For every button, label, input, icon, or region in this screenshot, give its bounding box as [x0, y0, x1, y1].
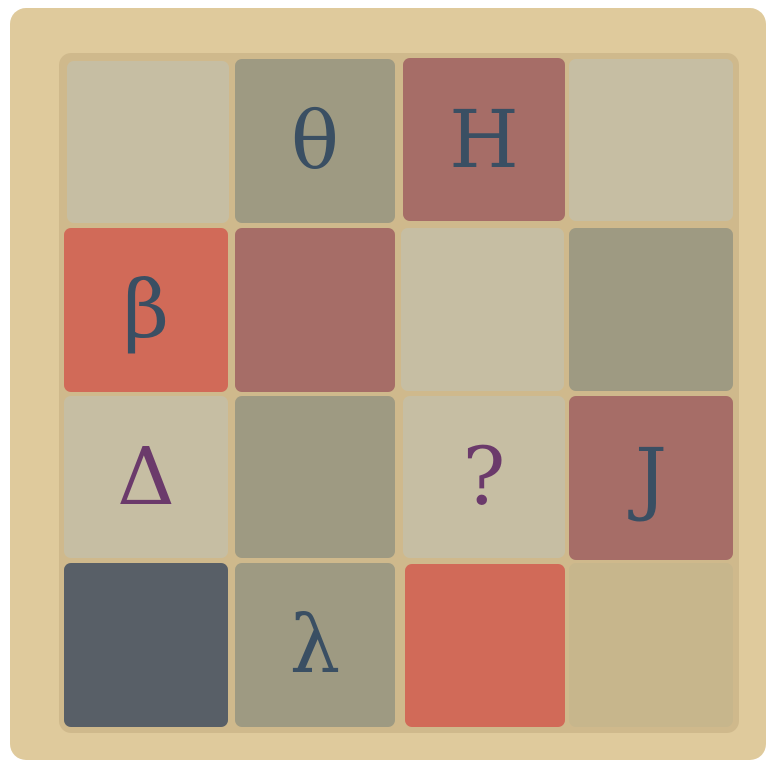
tile-symbol: β: [122, 263, 170, 356]
tile-symbol: Δ: [117, 430, 175, 523]
tile-r4-c3[interactable]: [405, 564, 565, 727]
tile-r3-c1[interactable]: Δ: [64, 396, 228, 558]
tile-r3-c2[interactable]: [235, 396, 395, 558]
tile-r2-c2[interactable]: [235, 228, 395, 392]
tile-r2-c4[interactable]: [569, 228, 733, 391]
tile-r1-c2[interactable]: θ: [235, 59, 395, 223]
tile-r1-c3[interactable]: H: [403, 58, 565, 221]
tile-r3-c4[interactable]: J: [569, 396, 733, 560]
tile-symbol: θ: [290, 94, 340, 187]
puzzle-board: θ H β Δ ? J λ: [59, 53, 739, 733]
tile-r2-c1[interactable]: β: [64, 228, 228, 392]
tile-r3-c3[interactable]: ?: [403, 396, 565, 558]
tile-symbol: ?: [462, 430, 506, 523]
tile-symbol: λ: [289, 598, 341, 691]
tile-symbol: J: [634, 431, 668, 524]
empty-slot[interactable]: [569, 563, 733, 727]
tile-r2-c3[interactable]: [401, 228, 564, 391]
tile-r4-c1[interactable]: [64, 563, 228, 727]
tile-symbol: H: [449, 92, 519, 186]
tile-r1-c4[interactable]: [569, 59, 733, 221]
tile-r1-c1[interactable]: [67, 61, 229, 223]
tile-r4-c2[interactable]: λ: [235, 563, 395, 727]
puzzle-frame: θ H β Δ ? J λ: [10, 8, 766, 760]
